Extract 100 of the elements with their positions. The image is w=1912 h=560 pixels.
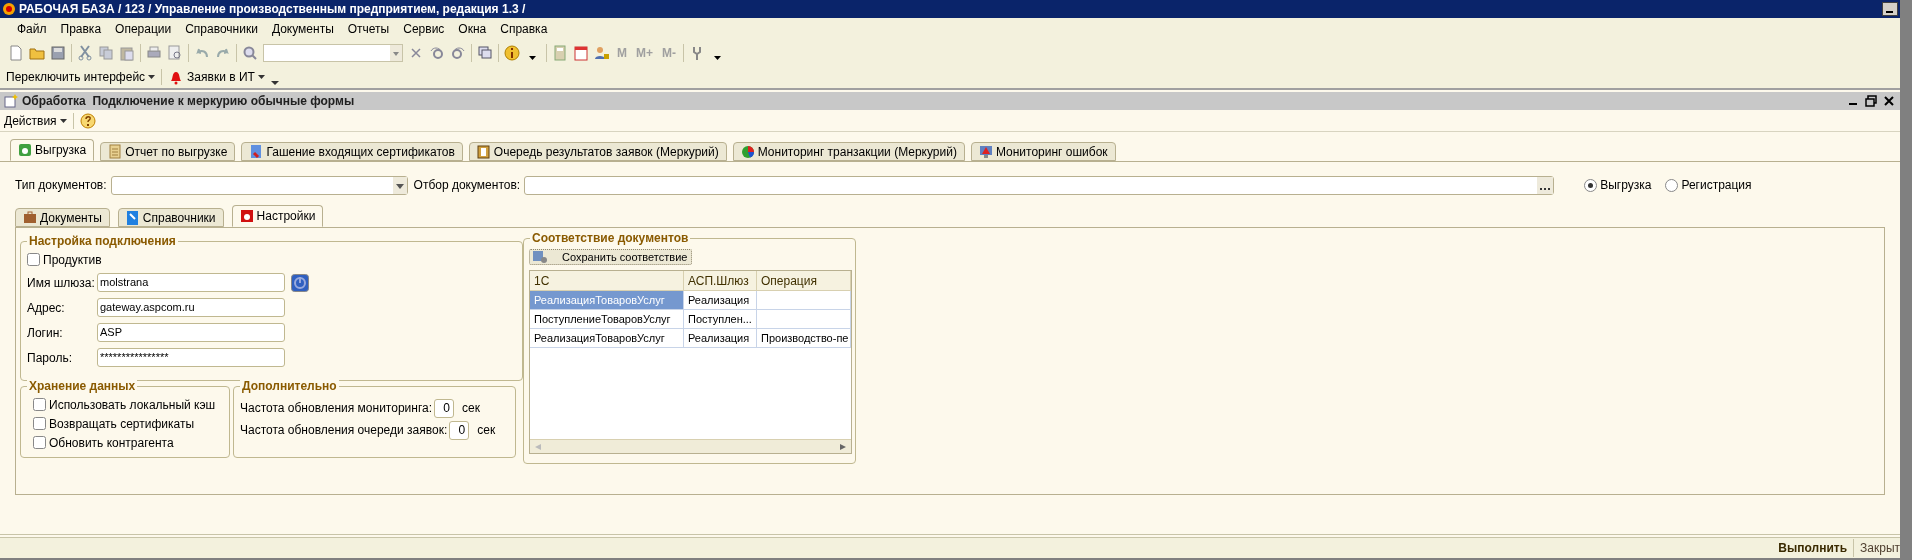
calendar-icon[interactable] — [573, 45, 589, 61]
table-cell: ПоступлениеТоваровУслуг — [530, 310, 684, 328]
minimize-button[interactable] — [1882, 2, 1898, 16]
menu-item[interactable]: Сервис — [396, 20, 452, 38]
input-field[interactable]: molstrana — [97, 273, 285, 292]
user-lock-icon[interactable] — [594, 45, 610, 61]
table-cell: Реализация — [684, 329, 757, 347]
new-document-icon[interactable] — [8, 45, 24, 61]
app-logo-icon — [2, 2, 16, 16]
field-label: Частота обновления очереди заявок: — [240, 422, 448, 439]
close-icon[interactable] — [1882, 94, 1896, 108]
input-field[interactable]: ASP — [97, 323, 285, 342]
save-icon[interactable] — [50, 45, 66, 61]
briefcase-icon — [23, 209, 37, 226]
restore-button[interactable] — [1864, 94, 1878, 108]
column-header[interactable]: Операция — [757, 271, 851, 290]
window-title: РАБОЧАЯ БАЗА / 123 / Управление производственным предприятием, редакция 1.3 / — [19, 1, 526, 18]
save-mapping-button[interactable]: Сохранить соответствие — [529, 249, 693, 265]
tab[interactable]: Документы — [15, 208, 110, 227]
report-icon — [108, 143, 123, 160]
tab[interactable]: Отчет по выгрузке — [100, 142, 236, 161]
tab[interactable]: Справочники — [117, 208, 224, 227]
radio-button[interactable] — [1584, 178, 1598, 192]
caret-icon — [59, 118, 67, 123]
find-previous-icon[interactable] — [450, 45, 466, 61]
column-header[interactable]: 1С — [530, 271, 684, 290]
tab[interactable]: Мониторинг ошибок — [970, 142, 1116, 161]
pie-chart-icon — [740, 143, 755, 160]
checkbox-label: Обновить контрагента — [49, 434, 174, 452]
radio-label: Регистрация — [1681, 177, 1752, 194]
group-title: Хранение данных — [27, 378, 138, 394]
form-icon — [4, 94, 18, 108]
menu-item[interactable]: Правка — [53, 20, 109, 38]
radio-button[interactable] — [1665, 178, 1679, 192]
checkbox[interactable] — [33, 436, 46, 449]
unit-label: сек — [462, 400, 480, 417]
tab[interactable]: Выгрузка — [10, 139, 95, 161]
power-button[interactable] — [291, 273, 309, 292]
menu-item[interactable]: Операции — [108, 20, 179, 38]
copy-icon[interactable] — [98, 45, 114, 61]
field-label: Тип документов: — [15, 177, 107, 194]
column-header[interactable]: АСП.Шлюз — [684, 271, 757, 290]
unit-label: сек — [477, 422, 496, 439]
tab[interactable]: Очередь результатов заявок (Меркурий) — [468, 142, 727, 161]
field-label: Логин: — [27, 324, 64, 342]
group-title: Настройка подключения — [27, 233, 178, 249]
table-cell: РеализацияТоваровУслуг — [530, 329, 684, 347]
search-icon[interactable] — [242, 45, 258, 61]
tab[interactable]: Гашение входящих сертификатов — [241, 142, 463, 161]
calculator-icon[interactable] — [552, 45, 568, 61]
checkbox[interactable] — [33, 398, 46, 411]
toolbar-dropdown-button[interactable]: Заявки в ИТ — [187, 68, 255, 86]
cut-icon[interactable] — [77, 45, 93, 61]
search-field[interactable] — [263, 44, 403, 62]
field-label: Отбор документов: — [413, 177, 521, 194]
ellipsis-icon — [1537, 176, 1554, 194]
horizontal-scrollbar[interactable] — [530, 439, 851, 453]
menu-item[interactable]: Файл — [10, 20, 54, 38]
field-label: Имя шлюза: — [27, 274, 96, 292]
input-field[interactable]: gateway.aspcom.ru — [97, 298, 285, 317]
checkbox-label: Использовать локальный кэш — [49, 396, 216, 414]
group-title: Соответствие документов — [530, 230, 691, 246]
table-cell: Реализация — [684, 291, 757, 309]
footer-button[interactable]: Закрыт — [1853, 539, 1900, 557]
table-cell: Поступлен... — [684, 310, 757, 328]
printer-icon[interactable] — [146, 45, 162, 61]
monitor-icon — [978, 143, 993, 160]
paste-icon[interactable] — [119, 45, 135, 61]
number-field[interactable]: 0 — [434, 398, 454, 418]
caret-icon — [148, 75, 156, 79]
checkbox[interactable] — [27, 253, 40, 266]
menu-item[interactable]: Окна — [451, 20, 494, 38]
tab[interactable]: Мониторинг транзакции (Меркурий) — [732, 142, 965, 161]
help-icon[interactable] — [79, 112, 96, 129]
tab[interactable]: Настройки — [231, 205, 324, 227]
menu-item[interactable]: Справка — [493, 20, 555, 38]
find-next-icon[interactable] — [429, 45, 445, 61]
checkbox[interactable] — [33, 417, 46, 430]
open-folder-icon[interactable] — [29, 45, 45, 61]
doc-filter-field[interactable] — [524, 175, 1555, 195]
windows-icon[interactable] — [477, 45, 493, 61]
form-title: Обработка Подключение к меркурию обычные формы — [22, 93, 355, 110]
table-cell: Производство-пе — [757, 329, 851, 347]
info-icon[interactable] — [504, 45, 520, 61]
doc-type-field[interactable] — [110, 175, 408, 195]
checkbox-label: Продуктив — [43, 251, 102, 269]
print-preview-icon[interactable] — [167, 45, 183, 61]
group-title: Дополнительно — [240, 378, 339, 394]
field-label: Пароль: — [27, 349, 73, 367]
footer-button[interactable]: Выполнить — [1772, 539, 1854, 557]
radio-label: Выгрузка — [1600, 177, 1652, 194]
menu-item[interactable]: Документы — [264, 20, 341, 38]
toolbar-dropdown-button[interactable]: Переключить интерфейс — [6, 68, 146, 86]
menu-item[interactable]: Отчеты — [340, 20, 397, 38]
number-field[interactable]: 0 — [449, 420, 470, 440]
actions-menu[interactable]: Действия — [4, 111, 57, 130]
field-label: Адрес: — [27, 299, 66, 317]
menu-item[interactable]: Справочники — [178, 20, 265, 38]
checkbox-label: Возвращать сертификаты — [49, 415, 195, 433]
input-field[interactable]: **************** — [97, 348, 285, 367]
